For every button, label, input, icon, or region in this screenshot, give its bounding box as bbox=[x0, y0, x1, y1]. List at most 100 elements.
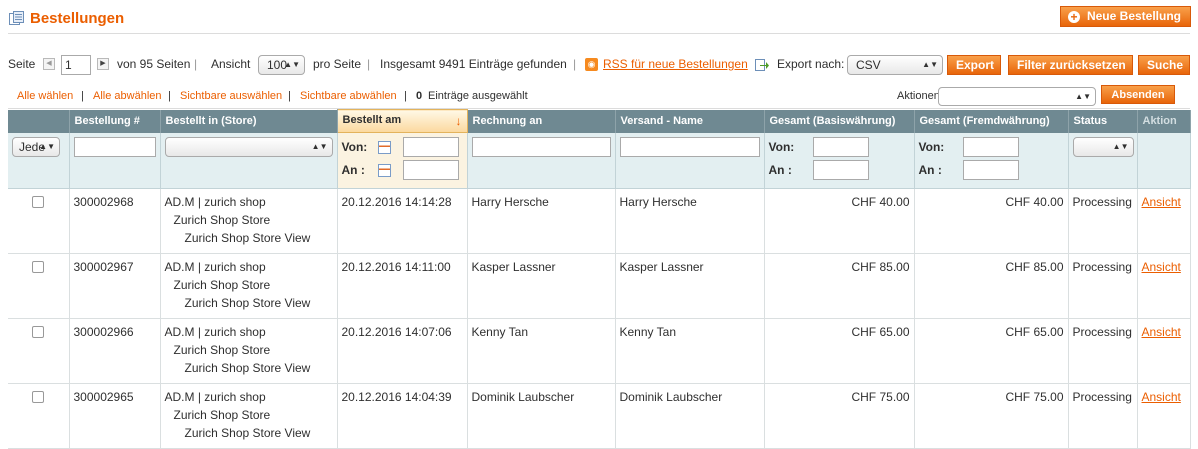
order-filter-input[interactable] bbox=[73, 136, 156, 157]
order-date: 20.12.2016 14:04:39 bbox=[337, 383, 468, 449]
base-to-label: An : bbox=[768, 162, 792, 177]
select-arrows-icon: ▲▼ bbox=[922, 60, 938, 69]
column-header-date[interactable]: Bestellt am ↓ bbox=[336, 109, 468, 133]
total-records: Insgesamt 9491 Einträge gefunden bbox=[380, 57, 567, 71]
actions-select[interactable]: ▲▼ bbox=[938, 87, 1096, 106]
order-date: 20.12.2016 14:11:00 bbox=[337, 253, 468, 319]
search-button[interactable]: Suche bbox=[1138, 55, 1190, 75]
page-label: Seite bbox=[8, 57, 36, 71]
row-checkbox-cell bbox=[8, 318, 70, 384]
order-store: AD.M | zurich shop Zurich Shop Store Zuric… bbox=[160, 318, 338, 384]
order-status: Processing bbox=[1068, 253, 1138, 319]
store-website: AD.M | zurich shop bbox=[164, 260, 266, 274]
row-checkbox[interactable] bbox=[32, 261, 45, 273]
view-order-link[interactable]: Ansicht bbox=[1142, 390, 1181, 404]
base-total: CHF 40.00 bbox=[764, 188, 915, 254]
select-arrows-icon: ▲▼ bbox=[39, 141, 55, 151]
date-to-label: An : bbox=[341, 163, 365, 177]
actions-label: Aktionen bbox=[897, 90, 940, 102]
select-arrows-icon: ▲▼ bbox=[1075, 92, 1091, 101]
massaction-separator: | bbox=[288, 90, 291, 102]
store-website: AD.M | zurich shop bbox=[164, 390, 266, 404]
ship-to-name: Kenny Tan bbox=[615, 318, 765, 384]
selected-count: 0 bbox=[416, 90, 423, 102]
calendar-icon[interactable] bbox=[377, 140, 391, 154]
next-page-icon[interactable]: ▶ bbox=[97, 58, 109, 70]
filter-store: ▲▼ bbox=[160, 132, 338, 189]
select-all-link[interactable]: Alle wählen bbox=[17, 83, 73, 109]
date-from-input[interactable] bbox=[402, 137, 459, 157]
row-checkbox[interactable] bbox=[32, 391, 45, 403]
filter-row: Jede ▲▼ ▲▼ Von: An : Von: An : Von: An : … bbox=[8, 132, 1191, 189]
selected-suffix: Einträge ausgewählt bbox=[428, 90, 528, 102]
base-from-input[interactable] bbox=[812, 136, 869, 157]
column-header-bill-to[interactable]: Rechnung an bbox=[467, 109, 616, 133]
order-id: 300002965 bbox=[69, 383, 161, 449]
order-status: Processing bbox=[1068, 188, 1138, 254]
plus-icon: + bbox=[1067, 10, 1080, 23]
column-header-massaction bbox=[8, 109, 70, 133]
base-to-row: An : bbox=[768, 159, 910, 180]
action-cell: Ansicht bbox=[1137, 253, 1191, 319]
unselect-all-link[interactable]: Alle abwählen bbox=[93, 83, 162, 109]
reset-filter-button[interactable]: Filter zurücksetzen bbox=[1008, 55, 1133, 75]
purchased-total: CHF 40.00 bbox=[914, 188, 1069, 254]
calendar-icon[interactable] bbox=[377, 163, 391, 177]
page-input[interactable]: 1 bbox=[61, 55, 91, 75]
base-to-input[interactable] bbox=[812, 159, 869, 180]
new-order-label: Neue Bestellung bbox=[1086, 9, 1181, 23]
view-order-link[interactable]: Ansicht bbox=[1142, 325, 1181, 339]
order-status: Processing bbox=[1068, 318, 1138, 384]
prev-page-icon[interactable]: ◀ bbox=[43, 58, 55, 70]
select-arrows-icon: ▲▼ bbox=[284, 60, 300, 69]
export-icon bbox=[755, 59, 769, 71]
pager-separator: | bbox=[194, 57, 198, 71]
view-order-link[interactable]: Ansicht bbox=[1142, 260, 1181, 274]
row-checkbox[interactable] bbox=[32, 196, 45, 208]
column-header-base-total[interactable]: Gesamt (Basiswährung) bbox=[764, 109, 915, 133]
status-filter-select[interactable]: ▲▼ bbox=[1072, 136, 1134, 157]
store-view: Zurich Shop Store View bbox=[184, 296, 311, 310]
purchased-from-row: Von: bbox=[919, 136, 1064, 157]
submit-button[interactable]: Absenden bbox=[1101, 85, 1175, 104]
select-visible-link[interactable]: Sichtbare auswählen bbox=[180, 83, 282, 109]
ship-to-filter-input[interactable] bbox=[619, 136, 760, 157]
column-header-purchased-total[interactable]: Gesamt (Fremdwährung) bbox=[914, 109, 1069, 133]
store-filter-select[interactable]: ▲▼ bbox=[164, 136, 333, 157]
column-header-store[interactable]: Bestellt in (Store) bbox=[160, 109, 338, 133]
export-button[interactable]: Export bbox=[947, 55, 1001, 75]
orders-grid: Bestellung # Bestellt in (Store) Bestell… bbox=[8, 109, 1191, 449]
per-page-select[interactable]: 100 ▲▼ bbox=[258, 55, 305, 75]
ship-to-name: Harry Hersche bbox=[615, 188, 765, 254]
massaction-bar: Alle wählen | Alle abwählen | Sichtbare … bbox=[8, 83, 1190, 109]
per-page-suffix: pro Seite bbox=[313, 57, 362, 71]
unselect-visible-link[interactable]: Sichtbare abwählen bbox=[300, 83, 397, 109]
filter-order bbox=[69, 132, 161, 189]
select-arrows-icon: ▲▼ bbox=[311, 141, 328, 151]
row-checkbox[interactable] bbox=[32, 326, 45, 338]
rss-icon[interactable]: ◉ bbox=[585, 58, 598, 71]
massaction-filter-select[interactable]: Jede ▲▼ bbox=[12, 136, 60, 157]
store-view: Zurich Shop Store View bbox=[184, 231, 311, 245]
base-from-label: Von: bbox=[768, 139, 795, 154]
purchased-to-input[interactable] bbox=[962, 159, 1019, 180]
export-label: Export nach: bbox=[777, 57, 845, 71]
store-view: Zurich Shop Store View bbox=[184, 426, 311, 440]
column-header-ship-to[interactable]: Versand - Name bbox=[615, 109, 765, 133]
purchased-total: CHF 85.00 bbox=[914, 253, 1069, 319]
rss-link[interactable]: RSS für neue Bestellungen bbox=[603, 53, 748, 75]
bill-to-filter-input[interactable] bbox=[471, 136, 611, 157]
order-date: 20.12.2016 14:14:28 bbox=[337, 188, 468, 254]
view-order-link[interactable]: Ansicht bbox=[1142, 195, 1181, 209]
date-to-input[interactable] bbox=[402, 160, 459, 180]
purchased-from-input[interactable] bbox=[962, 136, 1019, 157]
table-row: 300002968 AD.M | zurich shop Zurich Shop … bbox=[8, 188, 1191, 254]
massaction-separator: | bbox=[404, 90, 407, 102]
export-format-select[interactable]: CSV ▲▼ bbox=[847, 55, 943, 75]
new-order-button[interactable]: + Neue Bestellung bbox=[1059, 6, 1191, 27]
column-header-status[interactable]: Status bbox=[1068, 109, 1138, 133]
purchased-to-row: An : bbox=[919, 159, 1064, 180]
action-cell: Ansicht bbox=[1137, 188, 1191, 254]
column-header-order[interactable]: Bestellung # bbox=[69, 109, 161, 133]
ship-to-name: Dominik Laubscher bbox=[615, 383, 765, 449]
